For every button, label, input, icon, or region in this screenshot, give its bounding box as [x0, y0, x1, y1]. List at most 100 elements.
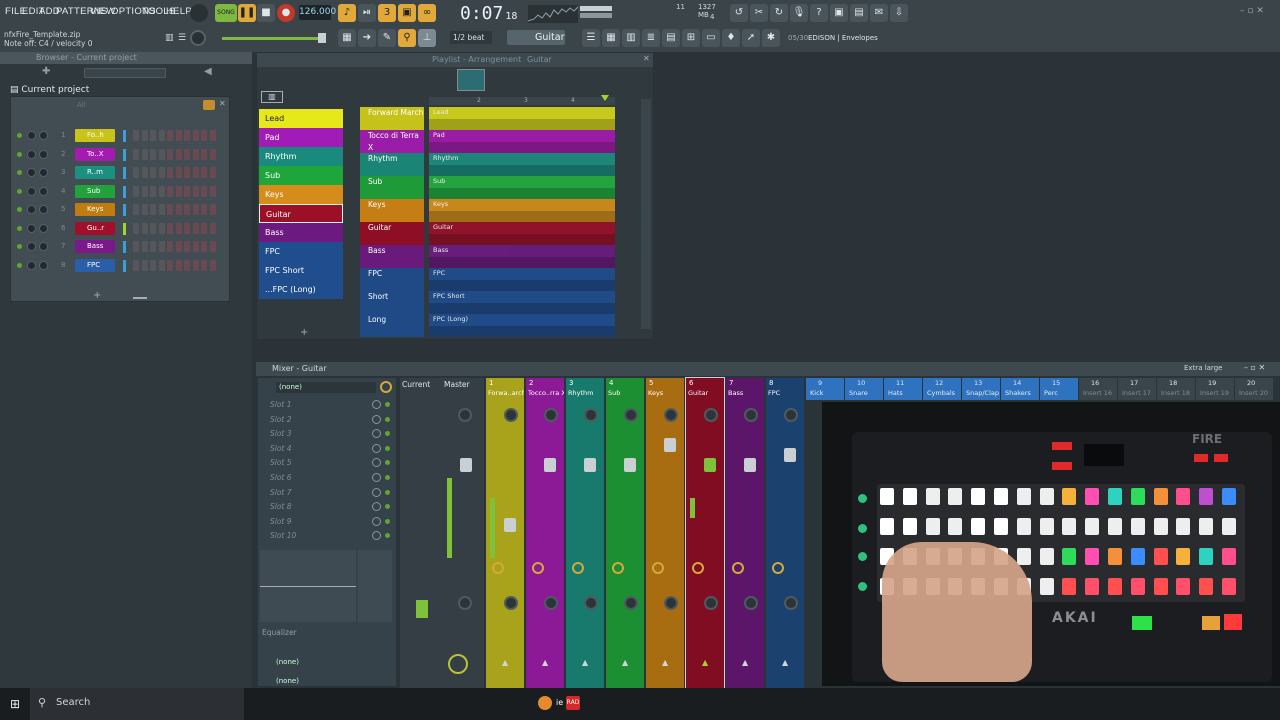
channel-select-indicator[interactable] [123, 167, 126, 179]
channel-volume-knob[interactable] [39, 205, 48, 214]
slot-enable-led[interactable] [385, 431, 390, 437]
playlist-clip[interactable]: Lead [429, 107, 615, 130]
channel-volume-knob[interactable] [39, 186, 48, 196]
overview-thumbnail[interactable] [457, 69, 485, 91]
step-button[interactable] [209, 222, 216, 234]
fx-slot[interactable]: Slot 7 [270, 488, 292, 497]
step-button[interactable] [175, 222, 182, 234]
mixer-strip[interactable]: 7 Bass ▲ [726, 378, 764, 688]
send-select-2[interactable]: (none) [276, 677, 299, 685]
slot-enable-led[interactable] [385, 489, 390, 495]
strip-volume-fader[interactable] [664, 438, 676, 452]
channel-select-indicator[interactable] [123, 185, 126, 198]
step-button[interactable] [133, 167, 139, 178]
step-button[interactable] [184, 167, 190, 178]
step-button[interactable] [201, 167, 207, 178]
undo-button[interactable]: ↺ [730, 4, 748, 22]
mixer-window-controls[interactable]: – ▫ ✕ [1244, 363, 1265, 372]
step-button[interactable] [184, 204, 190, 215]
slot-enable-led[interactable] [385, 460, 390, 466]
step-button[interactable] [167, 167, 173, 178]
fx-slot[interactable]: Slot 10 [270, 531, 296, 540]
strip-volume-fader[interactable] [704, 458, 716, 472]
step-button[interactable] [184, 222, 190, 234]
strip-pan-knob[interactable] [504, 408, 518, 422]
channel-name-button[interactable]: R..m [75, 166, 115, 179]
wait-input-button[interactable]: ⏯ [358, 4, 376, 22]
channel-name-button[interactable]: Gu..r [75, 221, 115, 235]
step-button[interactable] [158, 167, 165, 178]
strip-route-icon[interactable] [532, 562, 544, 574]
channel-select-indicator[interactable] [123, 259, 126, 272]
playlist-clip[interactable]: FPC Short [429, 291, 615, 314]
channel-select-indicator[interactable] [123, 222, 126, 235]
step-button[interactable] [201, 130, 207, 141]
insert-header[interactable]: 16 Insert 16 [1079, 378, 1117, 400]
browser-button[interactable]: ▤ [662, 29, 680, 47]
channel-name-button[interactable]: To..X [75, 147, 115, 161]
send-select-1[interactable]: (none) [276, 658, 299, 666]
step-button[interactable] [141, 185, 148, 197]
step-button[interactable] [209, 167, 216, 178]
master-volume-knob[interactable] [190, 4, 208, 22]
channel-select-indicator[interactable] [123, 130, 126, 142]
channel-mute-led[interactable] [17, 170, 22, 175]
chat-button[interactable]: ✉ [870, 4, 888, 22]
step-button[interactable] [141, 241, 148, 252]
channel-volume-knob[interactable] [39, 149, 48, 159]
stop-button[interactable]: ■ [257, 4, 275, 22]
fx-slot[interactable]: Slot 9 [270, 517, 292, 526]
strip-route-icon[interactable] [692, 562, 704, 574]
insert-header[interactable]: 12 Cymbals [923, 378, 961, 400]
step-button[interactable] [201, 185, 207, 197]
insert-header[interactable]: 10 Snare [845, 378, 883, 400]
insert-header[interactable]: 9 Kick [806, 378, 844, 400]
channel-pan-knob[interactable] [27, 205, 36, 214]
step-button[interactable] [184, 241, 190, 252]
pattern-item[interactable]: Lead [259, 109, 343, 128]
channel-volume-knob[interactable] [39, 131, 48, 140]
mixer-button[interactable]: ▤ [850, 4, 868, 22]
step-button[interactable] [167, 222, 173, 234]
pattern-item[interactable]: Guitar [259, 204, 343, 223]
strip-send-knob[interactable] [624, 596, 638, 610]
slot-mix-knob[interactable] [372, 516, 381, 526]
step-button[interactable] [167, 241, 173, 252]
step-button[interactable] [158, 148, 165, 160]
strip-pan-knob[interactable] [784, 408, 798, 422]
slot-mix-knob[interactable] [372, 443, 381, 453]
step-button[interactable] [150, 185, 156, 197]
mixer-strip[interactable]: 3 Rhythm ▲ [566, 378, 604, 688]
step-button[interactable] [133, 204, 139, 215]
pattern-item[interactable]: FPC Short [259, 261, 343, 280]
channel-volume-knob[interactable] [39, 223, 48, 233]
strip-pan-knob[interactable] [664, 408, 678, 422]
fx-slot[interactable]: Slot 1 [270, 400, 292, 409]
channel-mute-led[interactable] [17, 225, 22, 231]
strip-send-knob[interactable] [704, 596, 718, 610]
insert-header[interactable]: 14 Shakers [1001, 378, 1039, 400]
step-button[interactable] [192, 241, 199, 252]
step-button[interactable] [192, 167, 199, 178]
playlist-clip[interactable]: Pad [429, 130, 615, 153]
strip-route-icon[interactable] [772, 562, 784, 574]
pattern-item[interactable]: Keys [259, 185, 343, 204]
strip-route-icon[interactable] [732, 562, 744, 574]
step-button[interactable] [167, 130, 173, 141]
master-fader[interactable] [460, 458, 472, 472]
master-pan-knob[interactable] [458, 408, 472, 422]
channel-mute-led[interactable] [17, 244, 22, 249]
step-button[interactable] [175, 167, 182, 178]
playlist-clip[interactable]: Keys [429, 199, 615, 222]
slot-enable-led[interactable] [385, 445, 390, 451]
step-button[interactable] [175, 148, 182, 160]
channel-mute-led[interactable] [17, 151, 22, 157]
redo-button[interactable]: ↻ [770, 4, 788, 22]
slot-mix-knob[interactable] [372, 502, 381, 512]
strip-pan-knob[interactable] [584, 408, 598, 422]
song-position-clock[interactable]: 0:07 18 [460, 3, 517, 24]
taskbar-search-box[interactable]: ⚲ Search [30, 688, 244, 720]
edge-taskbar-icon[interactable]: ie [556, 698, 563, 707]
step-button[interactable] [201, 148, 207, 160]
channel-pan-knob[interactable] [27, 223, 36, 233]
